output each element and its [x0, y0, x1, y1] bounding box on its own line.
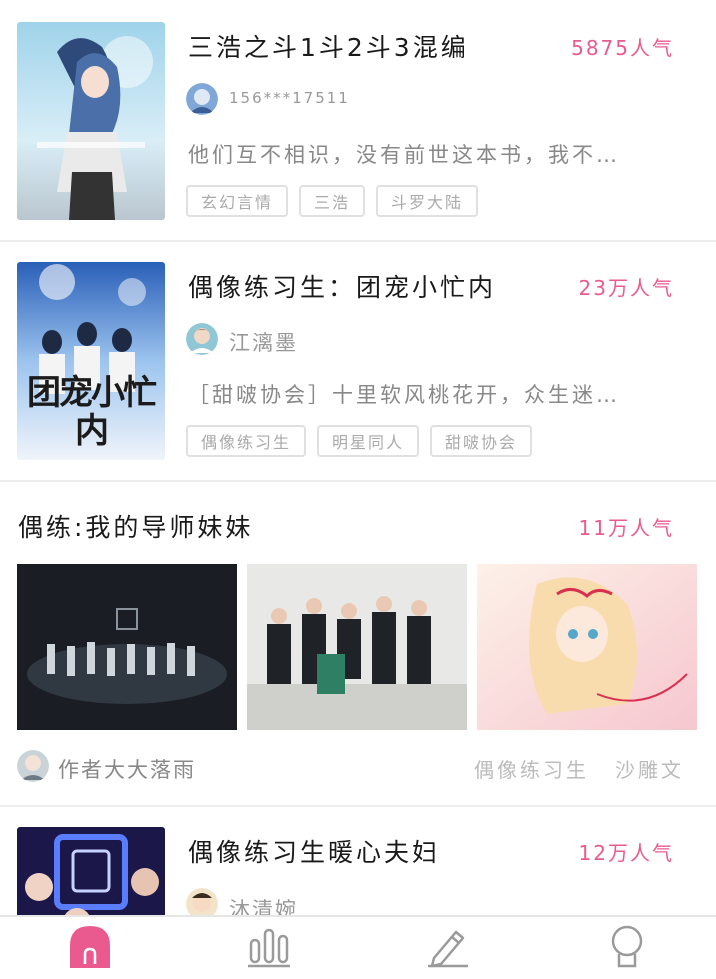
profile-icon	[605, 924, 649, 972]
avatar[interactable]	[186, 323, 218, 355]
tag[interactable]: 玄幻言情	[186, 185, 289, 217]
tab-ranking[interactable]	[179, 917, 358, 979]
story-cover-image[interactable]	[17, 22, 165, 220]
tag[interactable]: 三浩	[299, 185, 366, 217]
avatar[interactable]	[17, 750, 49, 782]
tab-home[interactable]	[0, 917, 179, 979]
popularity-count: 11万人气	[578, 516, 674, 540]
avatar[interactable]	[186, 888, 218, 915]
tag[interactable]: 甜啵协会	[430, 425, 533, 457]
ranking-bars-icon	[247, 924, 291, 972]
tag-list: 偶像练习生 明星同人 甜啵协会	[186, 425, 533, 457]
author-name[interactable]: 沐清婉	[229, 894, 298, 915]
pencil-icon	[426, 924, 470, 972]
story-description: 他们互不相识，没有前世这本书，我不…	[188, 143, 620, 167]
home-arch-icon	[68, 924, 112, 972]
story-card[interactable]: 三浩之斗1斗2斗3混编 5875人气 156***17511 他们互不相识，没有…	[0, 0, 716, 242]
story-feed: 三浩之斗1斗2斗3混编 5875人气 156***17511 他们互不相识，没有…	[0, 0, 716, 915]
author-name[interactable]: 作者大大落雨	[58, 754, 196, 784]
popularity-count: 23万人气	[578, 276, 674, 300]
story-image[interactable]	[247, 564, 467, 730]
story-cover-image[interactable]	[17, 827, 165, 915]
author-name[interactable]: 156***17511	[229, 89, 350, 107]
tag[interactable]: 明星同人	[317, 425, 420, 457]
bottom-tab-bar	[0, 915, 716, 979]
popularity-count: 5875人气	[571, 36, 674, 60]
tab-profile[interactable]	[537, 917, 716, 979]
story-title[interactable]: 偶像练习生：团宠小忙内	[188, 268, 496, 304]
tab-write[interactable]	[358, 917, 537, 979]
cover-title-text: 团宠小忙内	[27, 373, 157, 451]
story-title[interactable]: 偶练:我的导师妹妹	[18, 508, 253, 544]
story-title[interactable]: 偶像练习生暖心夫妇	[188, 833, 440, 869]
story-card[interactable]: 偶练:我的导师妹妹 11万人气 作者大大落雨 偶像练习生 沙雕文	[0, 482, 716, 807]
story-title[interactable]: 三浩之斗1斗2斗3混编	[188, 28, 469, 64]
story-description: ［甜啵协会］十里软风桃花开，众生迷…	[188, 383, 620, 407]
story-image[interactable]	[477, 564, 697, 730]
tag[interactable]: 斗罗大陆	[376, 185, 479, 217]
avatar[interactable]	[186, 83, 218, 115]
story-image[interactable]	[17, 564, 237, 730]
story-card[interactable]: 偶像练习生暖心夫妇 12万人气 沐清婉	[0, 807, 716, 915]
tag-list: 偶像练习生 沙雕文	[474, 754, 684, 783]
popularity-count: 12万人气	[578, 841, 674, 865]
story-card[interactable]: 团宠小忙内 偶像练习生：团宠小忙内 23万人气 江漓墨 ［甜啵协会］十里软风桃花…	[0, 242, 716, 482]
tag-list: 玄幻言情 三浩 斗罗大陆	[186, 185, 479, 217]
story-cover-image[interactable]: 团宠小忙内	[17, 262, 165, 460]
tag[interactable]: 沙雕文	[615, 754, 684, 783]
author-name[interactable]: 江漓墨	[229, 327, 298, 357]
tag[interactable]: 偶像练习生	[474, 754, 589, 783]
tag[interactable]: 偶像练习生	[186, 425, 307, 457]
